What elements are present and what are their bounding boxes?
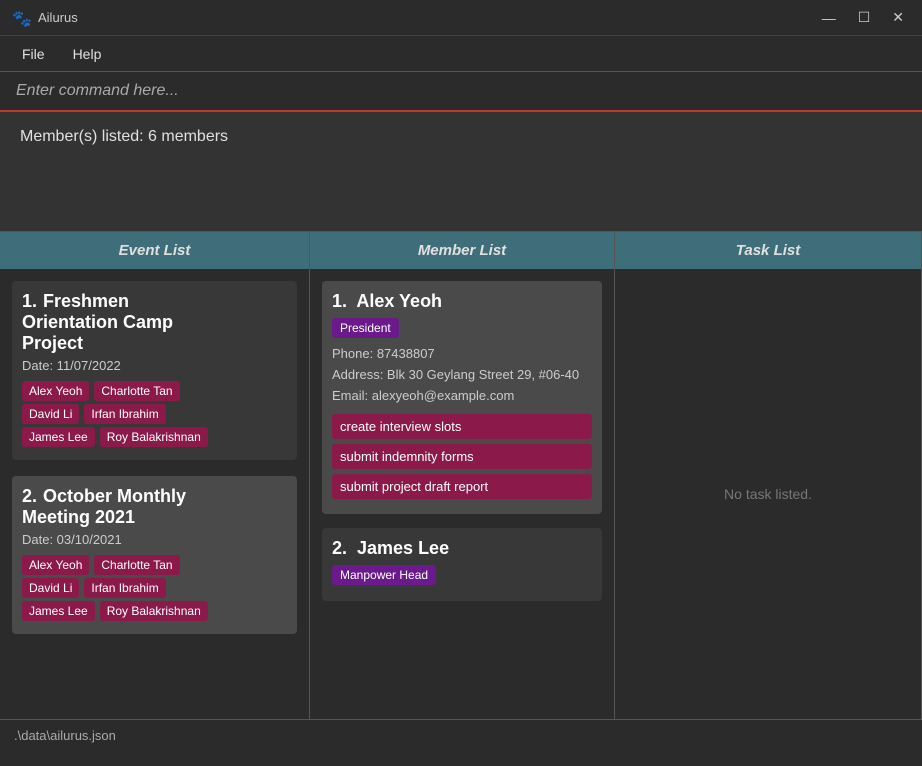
member-role-1: President [332, 318, 399, 338]
window-controls: — ☐ ✕ [816, 7, 910, 28]
tag-james-lee-2: James Lee [22, 601, 95, 621]
status-area: Member(s) listed: 6 members [0, 112, 922, 232]
member-name-1: 1. Alex Yeoh [332, 291, 592, 312]
event-date-2: Date: 03/10/2021 [22, 532, 287, 547]
app-icon: 🐾 [12, 9, 30, 27]
event-tags-row-1b: David Li Irfan Ibrahim [22, 404, 287, 424]
event-tags-row-1: Alex Yeoh Charlotte Tan [22, 381, 287, 401]
task-panel-header: Task List [615, 232, 921, 269]
tag-irfan-ibrahim-1: Irfan Ibrahim [84, 404, 165, 424]
event-number-2: 2. [22, 486, 37, 506]
event-item-2[interactable]: 2.October MonthlyMeeting 2021 Date: 03/1… [12, 476, 297, 634]
title-bar-left: 🐾 Ailurus [12, 9, 78, 27]
tag-roy-balakrishnan-2: Roy Balakrishnan [100, 601, 208, 621]
menu-bar: File Help [0, 36, 922, 72]
member-item-1[interactable]: 1. Alex Yeoh President Phone: 87438807 A… [322, 281, 602, 514]
member-panel-body[interactable]: 1. Alex Yeoh President Phone: 87438807 A… [310, 269, 614, 719]
member-panel-header: Member List [310, 232, 614, 269]
event-title-1: 1.FreshmenOrientation CampProject [22, 291, 287, 354]
event-panel: Event List 1.FreshmenOrientation CampPro… [0, 232, 310, 719]
title-bar: 🐾 Ailurus — ☐ ✕ [0, 0, 922, 36]
minimize-button[interactable]: — [816, 7, 842, 28]
app-title: Ailurus [38, 10, 78, 25]
event-panel-body[interactable]: 1.FreshmenOrientation CampProject Date: … [0, 269, 309, 719]
member-task-create-interview: create interview slots [332, 414, 592, 439]
task-panel: Task List No task listed. [615, 232, 922, 719]
file-path: .\data\ailurus.json [14, 728, 116, 743]
event-tags-row-2: Alex Yeoh Charlotte Tan [22, 555, 287, 575]
menu-help[interactable]: Help [59, 42, 116, 66]
bottom-status-bar: .\data\ailurus.json [0, 719, 922, 751]
event-number-1: 1. [22, 291, 37, 311]
tag-alex-yeoh-2: Alex Yeoh [22, 555, 89, 575]
no-task-label: No task listed. [724, 486, 812, 502]
event-date-1: Date: 11/07/2022 [22, 358, 287, 373]
tag-irfan-ibrahim-2: Irfan Ibrahim [84, 578, 165, 598]
event-title-2: 2.October MonthlyMeeting 2021 [22, 486, 287, 528]
task-panel-body: No task listed. [615, 269, 921, 719]
command-bar [0, 72, 922, 112]
tag-david-li-2: David Li [22, 578, 79, 598]
tag-alex-yeoh-1: Alex Yeoh [22, 381, 89, 401]
menu-file[interactable]: File [8, 42, 59, 66]
event-panel-header: Event List [0, 232, 309, 269]
member-role-2: Manpower Head [332, 565, 436, 585]
member-task-submit-draft: submit project draft report [332, 474, 592, 499]
tag-charlotte-tan-2: Charlotte Tan [94, 555, 179, 575]
close-button[interactable]: ✕ [886, 7, 910, 28]
member-details-1: Phone: 87438807 Address: Blk 30 Geylang … [332, 344, 592, 406]
event-item-1[interactable]: 1.FreshmenOrientation CampProject Date: … [12, 281, 297, 460]
maximize-button[interactable]: ☐ [852, 7, 877, 28]
event-tags-row-1c: James Lee Roy Balakrishnan [22, 427, 287, 447]
member-task-submit-indemnity: submit indemnity forms [332, 444, 592, 469]
tag-charlotte-tan-1: Charlotte Tan [94, 381, 179, 401]
command-input[interactable] [16, 82, 906, 100]
member-panel: Member List 1. Alex Yeoh President Phone… [310, 232, 615, 719]
event-tags-row-2b: David Li Irfan Ibrahim [22, 578, 287, 598]
event-tags-row-2c: James Lee Roy Balakrishnan [22, 601, 287, 621]
member-item-2[interactable]: 2. James Lee Manpower Head [322, 528, 602, 601]
status-text: Member(s) listed: 6 members [20, 128, 228, 145]
tag-david-li-1: David Li [22, 404, 79, 424]
tag-james-lee-1: James Lee [22, 427, 95, 447]
main-content: Event List 1.FreshmenOrientation CampPro… [0, 232, 922, 719]
member-name-2: 2. James Lee [332, 538, 592, 559]
tag-roy-balakrishnan-1: Roy Balakrishnan [100, 427, 208, 447]
